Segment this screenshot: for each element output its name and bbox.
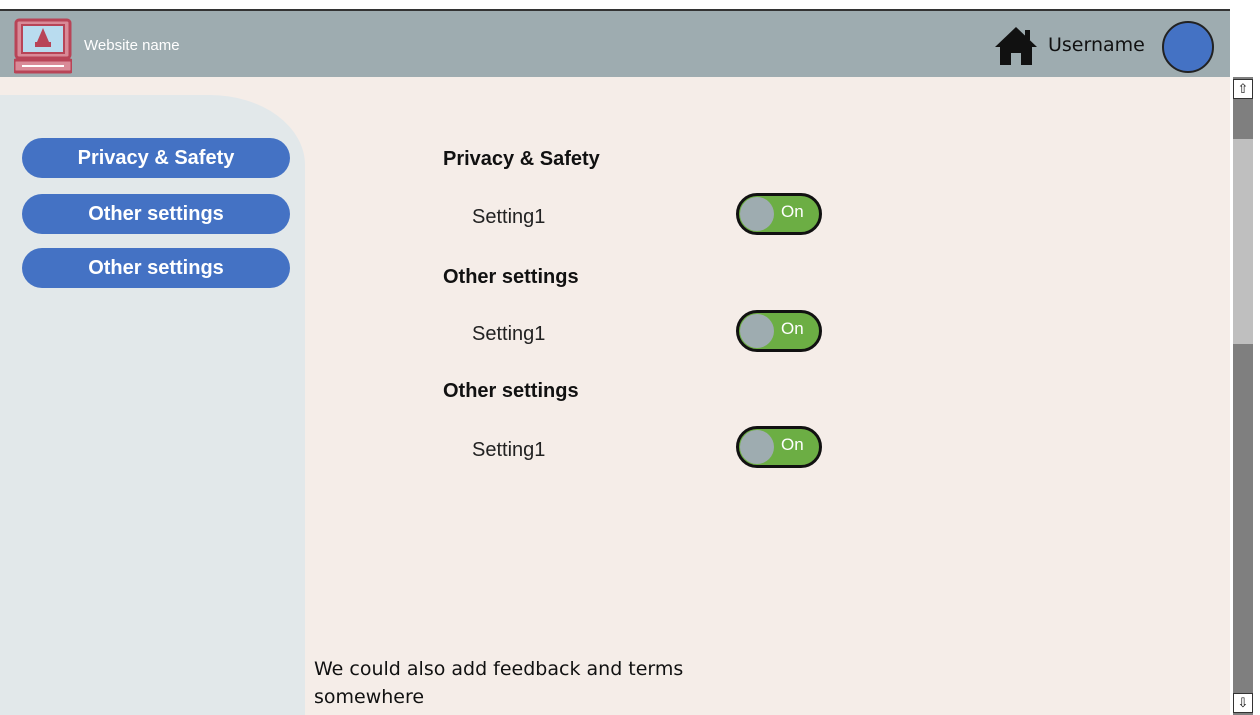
app-window: Website name Username Privacy & Safety O… — [0, 0, 1260, 715]
scroll-up-icon[interactable]: ⇧ — [1233, 79, 1253, 99]
home-icon[interactable] — [993, 25, 1039, 67]
setting-label: Setting1 — [472, 206, 546, 228]
username-label[interactable]: Username — [1048, 34, 1145, 56]
feedback-note: We could also add feedback and terms som… — [314, 658, 684, 708]
setting-toggle[interactable]: On — [736, 310, 822, 352]
setting-toggle[interactable]: On — [736, 193, 822, 235]
scroll-thumb[interactable] — [1233, 139, 1253, 344]
avatar[interactable] — [1162, 21, 1214, 73]
section-title-other-settings: Other settings — [443, 380, 579, 402]
sidebar-item-other-settings-1[interactable]: Other settings — [22, 194, 290, 234]
setting-label: Setting1 — [472, 439, 546, 461]
sidebar-item-other-settings-2[interactable]: Other settings — [22, 248, 290, 288]
section-title-privacy-safety: Privacy & Safety — [443, 148, 600, 170]
sidebar-item-privacy-safety[interactable]: Privacy & Safety — [22, 138, 290, 178]
top-bar: Website name Username — [0, 9, 1230, 77]
section-title-other-settings: Other settings — [443, 266, 579, 288]
site-name[interactable]: Website name — [84, 37, 180, 54]
setting-label: Setting1 — [472, 323, 546, 345]
toggle-knob — [740, 430, 774, 464]
toggle-state-label: On — [781, 319, 804, 338]
sidebar: Privacy & Safety Other settings Other se… — [0, 95, 305, 715]
toggle-state-label: On — [781, 202, 804, 221]
laptop-icon[interactable] — [14, 18, 72, 74]
toggle-state-label: On — [781, 435, 804, 454]
window-top-edge — [0, 0, 1260, 9]
toggle-knob — [740, 197, 774, 231]
toggle-knob — [740, 314, 774, 348]
scroll-down-icon[interactable]: ⇩ — [1233, 693, 1253, 713]
vertical-scrollbar[interactable]: ⇧ ⇩ — [1230, 77, 1260, 715]
setting-toggle[interactable]: On — [736, 426, 822, 468]
